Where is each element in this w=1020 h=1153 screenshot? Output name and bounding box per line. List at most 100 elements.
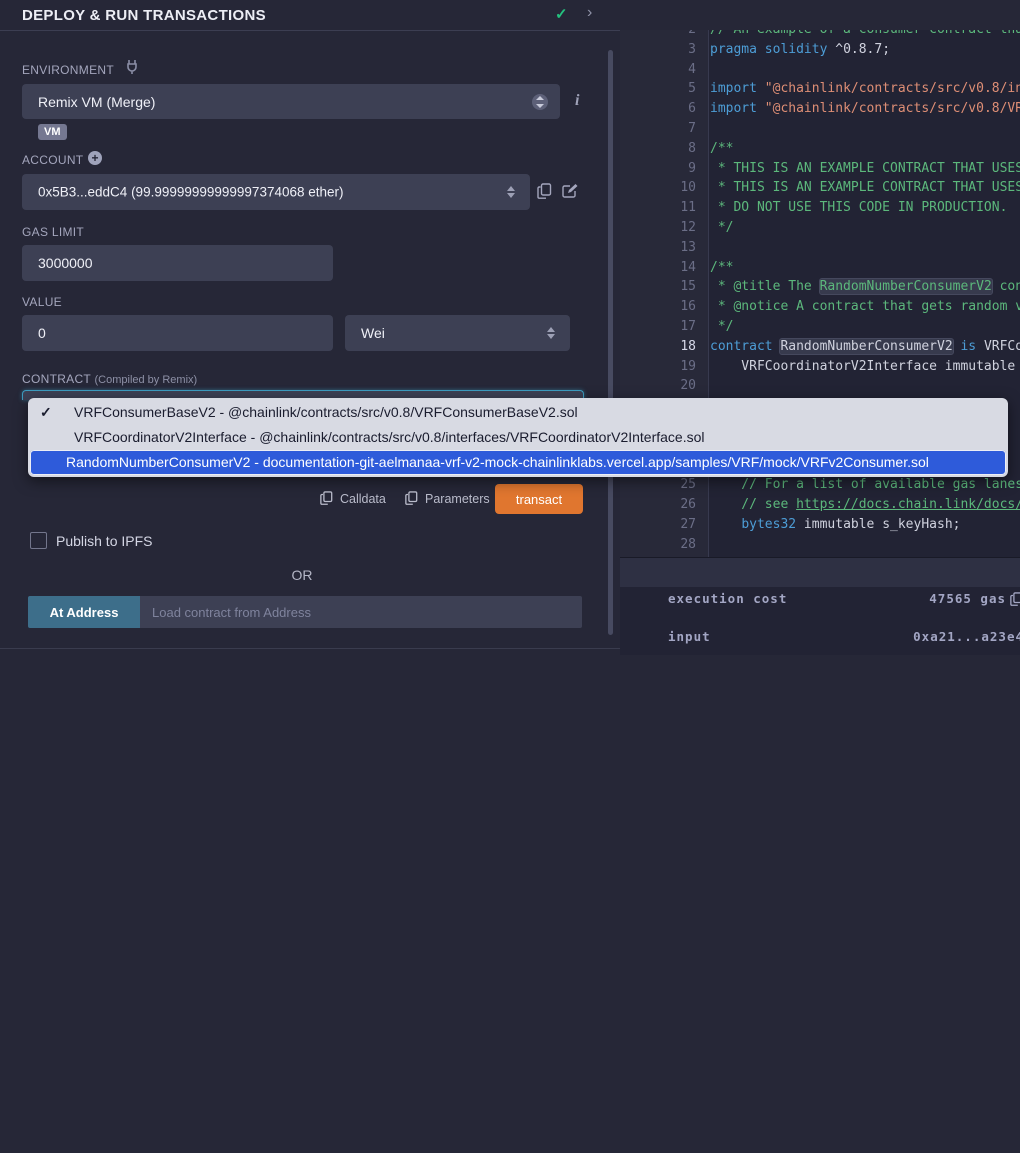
terminal-row: execution cost 47565 gas (620, 589, 1020, 609)
line-number: 8 (620, 139, 696, 159)
code-line[interactable]: 16 * @notice A contract that gets random… (620, 297, 1020, 317)
execution-cost-value: 47565 gas (929, 589, 1006, 609)
line-number: 28 (620, 535, 696, 555)
panel-scrollbar[interactable] (608, 50, 613, 635)
line-number: 10 (620, 178, 696, 198)
code-text: * DO NOT USE THIS CODE IN PRODUCTION. (710, 198, 1007, 218)
code-editor[interactable]: 2// An example of a consumer contract th… (620, 30, 1020, 557)
code-line[interactable]: 12 */ (620, 218, 1020, 238)
copy-calldata-icon[interactable] (320, 491, 333, 505)
terminal-toolbar: 0 listen on all transactions (620, 557, 1020, 587)
code-text: */ (710, 317, 733, 337)
contract-option[interactable]: RandomNumberConsumerV2 - documentation-g… (30, 450, 1006, 475)
contract-option[interactable]: ✓VRFConsumerBaseV2 - @chainlink/contract… (28, 400, 1008, 425)
edit-account-icon[interactable] (562, 183, 579, 199)
copy-parameters-icon[interactable] (405, 491, 418, 505)
code-text: // An example of a consumer contract tha… (710, 30, 1020, 40)
line-number: 15 (620, 277, 696, 297)
code-text: * @title The RandomNumberConsumerV2 con (710, 277, 1020, 297)
line-number: 7 (620, 119, 696, 139)
account-label: ACCOUNT (22, 153, 83, 167)
gas-limit-input[interactable]: 3000000 (22, 245, 333, 281)
code-line[interactable]: 27 bytes32 immutable s_keyHash; (620, 515, 1020, 535)
gas-limit-label: GAS LIMIT (22, 225, 84, 239)
code-text: import "@chainlink/contracts/src/v0.8/VR (710, 99, 1020, 119)
code-line[interactable]: 3 pragma solidity ^0.8.7; (620, 40, 1020, 60)
transact-button[interactable]: transact (495, 484, 583, 514)
line-number: 19 (620, 357, 696, 377)
line-number: 25 (620, 475, 696, 495)
code-line[interactable]: 18 contract RandomNumberConsumerV2 is VRF… (620, 337, 1020, 357)
copy-account-icon[interactable] (537, 183, 552, 199)
panel-header: DEPLOY & RUN TRANSACTIONS ✓ › (0, 0, 620, 31)
code-line[interactable]: 20 (620, 376, 1020, 396)
contract-dropdown-list: ✓VRFConsumerBaseV2 - @chainlink/contract… (28, 398, 1008, 477)
collapse-panel-icon[interactable]: › (587, 4, 592, 22)
code-line[interactable]: 11 * DO NOT USE THIS CODE IN PRODUCTION. (620, 198, 1020, 218)
select-caret-icon (506, 185, 516, 199)
value-unit-select[interactable]: Wei (345, 315, 570, 351)
code-text: contract RandomNumberConsumerV2 is VRFCo (710, 337, 1020, 357)
code-line[interactable]: 14/** (620, 258, 1020, 278)
plug-icon (125, 59, 139, 74)
code-line[interactable]: 19 VRFCoordinatorV2Interface immutable (620, 357, 1020, 377)
code-text: /** (710, 258, 733, 278)
line-number: 18 (620, 337, 696, 357)
code-line[interactable]: 6 import "@chainlink/contracts/src/v0.8/V… (620, 99, 1020, 119)
account-value: 0x5B3...eddC4 (99.99999999999997374068 e… (38, 185, 344, 200)
terminal-output: execution cost 47565 gas input 0xa21...a… (620, 587, 1020, 655)
editor-toolbar: Home S VRFv2Consumer.sol ✕ (620, 0, 1020, 30)
code-text: /** (710, 139, 733, 159)
or-separator: OR (22, 567, 582, 583)
code-line[interactable]: 7 (620, 119, 1020, 139)
code-text: // see https://docs.chain.link/docs/ (710, 495, 1020, 515)
code-line[interactable]: 26 // see https://docs.chain.link/docs/ (620, 495, 1020, 515)
environment-select[interactable]: Remix VM (Merge) (22, 84, 560, 119)
parameters-label[interactable]: Parameters (425, 492, 490, 506)
line-number: 9 (620, 159, 696, 179)
line-number: 17 (620, 317, 696, 337)
panel-bottom-divider (0, 648, 620, 649)
line-number: 12 (620, 218, 696, 238)
code-line[interactable]: 15 * @title The RandomNumberConsumerV2 c… (620, 277, 1020, 297)
deploy-run-panel: DEPLOY & RUN TRANSACTIONS ✓ › ENVIRONMEN… (0, 0, 620, 655)
contract-option[interactable]: VRFCoordinatorV2Interface - @chainlink/c… (28, 425, 1008, 450)
code-line[interactable]: 9 * THIS IS AN EXAMPLE CONTRACT THAT USE… (620, 159, 1020, 179)
code-text: * @notice A contract that gets random v (710, 297, 1020, 317)
panel-title: DEPLOY & RUN TRANSACTIONS (22, 7, 266, 24)
value-unit: Wei (361, 325, 385, 341)
publish-ipfs-checkbox[interactable] (30, 532, 47, 549)
add-account-icon[interactable]: + (88, 151, 102, 165)
code-text: * THIS IS AN EXAMPLE CONTRACT THAT USES (710, 159, 1020, 179)
code-line[interactable]: 5import "@chainlink/contracts/src/v0.8/i… (620, 79, 1020, 99)
calldata-label[interactable]: Calldata (340, 492, 386, 506)
code-text: * THIS IS AN EXAMPLE CONTRACT THAT USES (710, 178, 1020, 198)
value-input[interactable]: 0 (22, 315, 333, 351)
at-address-input[interactable] (140, 596, 582, 628)
code-text: pragma solidity ^0.8.7; (710, 40, 890, 60)
code-text: VRFCoordinatorV2Interface immutable (710, 357, 1020, 377)
account-select[interactable]: 0x5B3...eddC4 (99.99999999999997374068 e… (22, 174, 530, 210)
value-label: VALUE (22, 295, 62, 309)
code-line[interactable]: 17 */ (620, 317, 1020, 337)
code-text: bytes32 immutable s_keyHash; (710, 515, 960, 535)
terminal-row: input 0xa21...a23e4 (620, 627, 1020, 647)
code-line[interactable]: 2// An example of a consumer contract th… (620, 30, 1020, 40)
copy-value-icon[interactable] (1010, 592, 1020, 606)
code-line[interactable]: 28 (620, 535, 1020, 555)
line-number: 3 (620, 40, 696, 60)
contract-option-label: VRFCoordinatorV2Interface - @chainlink/c… (74, 429, 705, 445)
info-icon[interactable]: i (575, 92, 579, 110)
code-text: */ (710, 218, 733, 238)
code-line[interactable]: 4 (620, 60, 1020, 80)
line-number: 27 (620, 515, 696, 535)
at-address-button[interactable]: At Address (28, 596, 140, 628)
line-number: 6 (620, 99, 696, 119)
code-line[interactable]: 25 // For a list of available gas lanes (620, 475, 1020, 495)
code-line[interactable]: 8 /** (620, 139, 1020, 159)
contract-option-label: RandomNumberConsumerV2 - documentation-g… (66, 454, 929, 470)
contract-option-label: VRFConsumerBaseV2 - @chainlink/contracts… (74, 404, 578, 420)
code-line[interactable]: 10 * THIS IS AN EXAMPLE CONTRACT THAT US… (620, 178, 1020, 198)
line-number: 20 (620, 376, 696, 396)
code-line[interactable]: 13 (620, 238, 1020, 258)
